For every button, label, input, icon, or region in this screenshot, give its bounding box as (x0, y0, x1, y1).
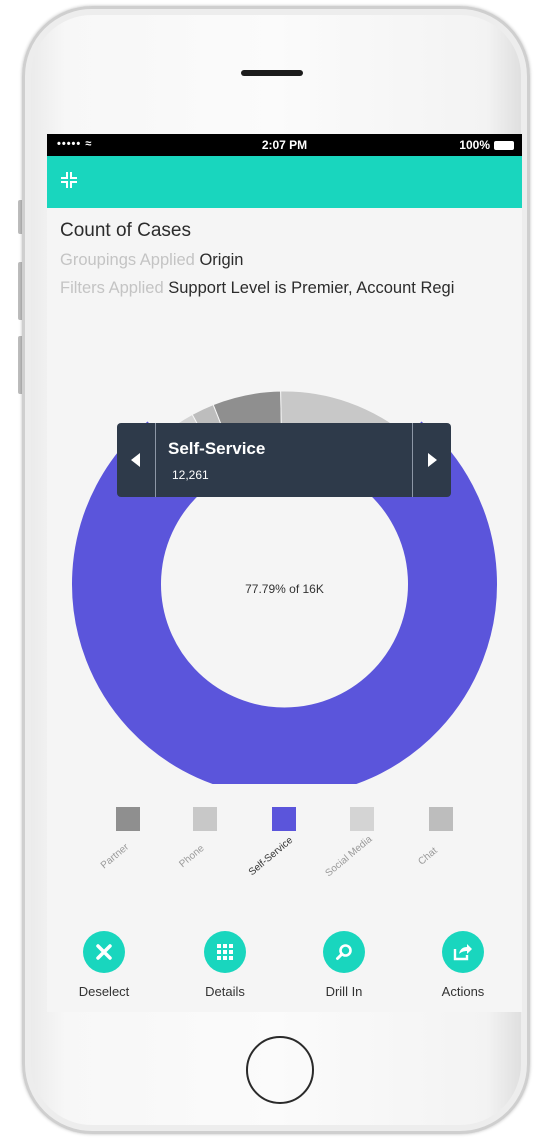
deselect-button[interactable]: Deselect (59, 931, 149, 999)
filters-row: Filters Applied Support Level is Premier… (60, 279, 522, 298)
share-icon (453, 944, 472, 961)
actions-button[interactable]: Actions (418, 931, 508, 999)
status-time: 2:07 PM (261, 138, 308, 152)
previous-button[interactable] (117, 423, 156, 497)
action-bar: Deselect Details Drill In Actions (47, 931, 522, 1012)
deselect-label: Deselect (78, 984, 130, 999)
legend-swatch (429, 807, 453, 831)
drill-in-label: Drill In (325, 984, 363, 999)
details-circle (204, 931, 246, 973)
chevron-left-icon (131, 453, 140, 467)
legend-item-partner[interactable]: Partner (98, 807, 158, 887)
battery-percent: 100% (459, 138, 490, 152)
collapse-icon[interactable] (57, 168, 81, 192)
details-button[interactable]: Details (180, 931, 270, 999)
filters-label: Filters Applied (60, 279, 164, 297)
deselect-circle (83, 931, 125, 973)
zoom-icon (336, 944, 352, 960)
legend-swatch (193, 807, 217, 831)
tooltip-value: 12,261 (172, 468, 209, 482)
drill-in-button[interactable]: Drill In (299, 931, 389, 999)
details-label: Details (205, 984, 245, 999)
filters-value: Support Level is Premier, Account Regi (168, 279, 455, 297)
legend-label: Chat (416, 845, 440, 868)
groupings-value: Origin (199, 251, 244, 269)
speaker (241, 70, 303, 76)
selection-tooltip: Self-Service 12,261 (117, 423, 451, 497)
tooltip-name: Self-Service (168, 439, 266, 458)
legend-swatch (272, 807, 296, 831)
center-percent-label: 77.79% of 16K (245, 582, 324, 596)
legend-item-self-service[interactable]: Self-Service (247, 807, 314, 887)
legend-label: Partner (98, 841, 132, 872)
legend-swatch (350, 807, 374, 831)
battery-icon (494, 140, 514, 150)
actions-circle (442, 931, 484, 973)
legend-swatch (116, 807, 140, 831)
app-header (47, 156, 522, 208)
chevron-right-icon (428, 453, 437, 467)
chart-legend: Partner Phone Self-Service Social Media … (47, 807, 522, 887)
report-title: Count of Cases (60, 220, 191, 241)
legend-item-phone[interactable]: Phone (175, 807, 235, 887)
battery-status: 100% (459, 138, 514, 152)
grid-icon (217, 944, 233, 960)
screen: ••••• ≈ 2:07 PM 100% Count of Cases Grou… (47, 134, 522, 1012)
legend-label: Social Media (323, 833, 375, 880)
groupings-label: Groupings Applied (60, 251, 195, 269)
legend-item-chat[interactable]: Chat (411, 807, 471, 887)
status-bar: ••••• ≈ 2:07 PM 100% (47, 134, 522, 156)
actions-label: Actions (441, 984, 485, 999)
legend-label: Phone (177, 842, 207, 871)
drill-in-circle (323, 931, 365, 973)
home-button[interactable] (246, 1036, 314, 1104)
close-icon (96, 944, 112, 960)
legend-item-social-media[interactable]: Social Media (324, 807, 392, 887)
groupings-row: Groupings Applied Origin (60, 251, 522, 270)
next-button[interactable] (412, 423, 451, 497)
legend-label: Self-Service (246, 834, 296, 879)
